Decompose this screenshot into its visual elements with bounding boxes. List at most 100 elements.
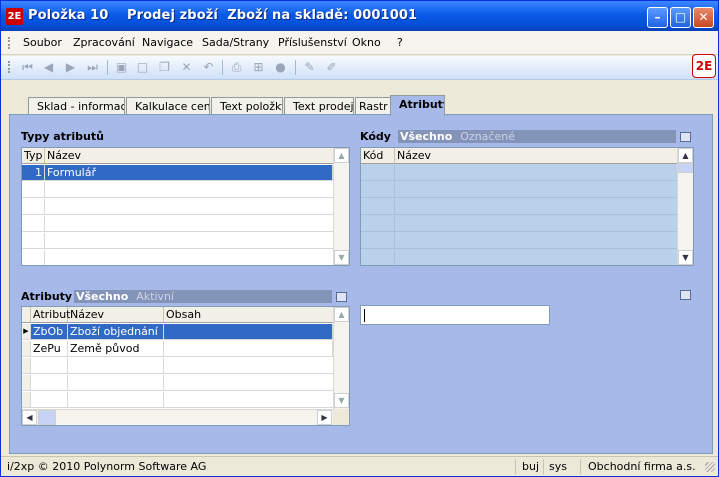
tab-sklad-informace[interactable]: Sklad - informace (28, 97, 125, 115)
tab-rastr[interactable]: Rastr (355, 97, 391, 115)
attribute-value-input[interactable] (360, 305, 550, 325)
highlight-icon[interactable]: ✐ (323, 59, 340, 76)
kody-grid[interactable]: Kód Název ▲ ▼ (360, 147, 694, 266)
menu-help[interactable]: ? (397, 36, 403, 49)
row-indicator-header (22, 307, 31, 323)
delete-icon[interactable]: ✕ (178, 59, 195, 76)
new-icon[interactable]: □ (134, 59, 151, 76)
menu-okno[interactable]: Okno (352, 36, 381, 49)
menu-bar: Soubor Zpracování Navigace Sada/Strany P… (1, 31, 718, 55)
tab-atributy[interactable]: Atributy (390, 95, 445, 116)
table-row[interactable] (361, 250, 677, 265)
column-header-obsah[interactable]: Obsah (164, 307, 335, 323)
table-row[interactable] (22, 358, 333, 374)
table-row[interactable]: 1 Formulář (22, 165, 333, 181)
toolbar-grip[interactable] (8, 61, 11, 73)
vertical-scrollbar[interactable]: ▲ ▼ (333, 148, 349, 265)
scroll-down-icon[interactable]: ▼ (334, 393, 349, 408)
table-row[interactable] (361, 216, 677, 232)
scroll-up-icon[interactable]: ▲ (678, 148, 693, 163)
menu-navigace[interactable]: Navigace (142, 36, 193, 49)
last-record-icon[interactable]: ⏭ (84, 59, 101, 76)
close-button[interactable]: ✕ (693, 7, 714, 28)
filter-aktivni[interactable]: Aktivní (136, 290, 174, 303)
table-row[interactable]: ZePu Země původ (22, 341, 333, 357)
menu-soubor[interactable]: Soubor (23, 36, 62, 49)
horizontal-scrollbar[interactable]: ◀ ▶ (22, 409, 333, 425)
vertical-scrollbar[interactable]: ▲ ▼ (677, 148, 693, 265)
scroll-up-icon[interactable]: ▲ (334, 307, 349, 322)
menu-grip[interactable] (8, 37, 11, 49)
tab-kalkulace-ceny[interactable]: Kalkulace ceny (126, 97, 210, 115)
tab-text-prodeje[interactable]: Text prodeje (284, 97, 354, 115)
scroll-left-icon[interactable]: ◀ (22, 410, 37, 425)
row-indicator (22, 341, 31, 356)
typy-atributu-grid[interactable]: Typ Název 1 Formulář ▲ ▼ (21, 147, 350, 266)
save-icon[interactable]: ▣ (113, 59, 130, 76)
filter-oznacene[interactable]: Označené (460, 130, 515, 143)
table-row[interactable] (22, 216, 333, 232)
cell-obsah (164, 324, 333, 339)
cell-atribut: ZePu (31, 341, 68, 356)
column-header-typ[interactable]: Typ (22, 148, 45, 164)
column-header-atribut[interactable]: Atribut (31, 307, 71, 323)
scroll-corner (333, 409, 349, 425)
table-row[interactable] (361, 199, 677, 215)
grid-header: Kód Název (361, 148, 679, 164)
minimize-button[interactable]: – (647, 7, 668, 28)
scroll-down-icon[interactable]: ▼ (334, 250, 349, 265)
table-row[interactable] (22, 375, 333, 391)
scroll-right-icon[interactable]: ▶ (317, 410, 332, 425)
table-row[interactable] (22, 233, 333, 249)
typy-atributu-label: Typy atributů (21, 130, 104, 143)
table-row[interactable] (22, 182, 333, 198)
first-record-icon[interactable]: ⏮ (19, 59, 36, 76)
table-row[interactable] (22, 250, 333, 265)
text-cursor (364, 309, 365, 322)
column-header-nazev[interactable]: Název (68, 307, 164, 323)
toolbar-separator (295, 60, 296, 75)
table-row[interactable]: ▶ ZbOb Zboží objednání (22, 324, 333, 340)
undo-icon[interactable]: ↶ (200, 59, 217, 76)
column-header-kod[interactable]: Kód (361, 148, 395, 164)
column-header-nazev[interactable]: Název (45, 148, 335, 164)
maximize-button[interactable]: □ (670, 7, 691, 28)
table-row[interactable] (361, 233, 677, 249)
status-system: sys (549, 460, 567, 473)
link-icon[interactable]: ⊞ (250, 59, 267, 76)
settings-icon[interactable]: ● (272, 59, 289, 76)
prev-record-icon[interactable]: ◀ (40, 59, 57, 76)
app-logo-icon[interactable]: 2E (6, 8, 23, 25)
filter-vsechno[interactable]: Všechno (400, 130, 452, 143)
resize-grip-icon[interactable] (705, 462, 715, 472)
status-separator (543, 459, 544, 474)
atributy-options-icon[interactable] (336, 292, 347, 302)
print-icon[interactable]: ⎙ (228, 59, 245, 76)
filter-vsechno[interactable]: Všechno (76, 290, 128, 303)
table-row[interactable] (361, 165, 677, 181)
scroll-thumb[interactable] (38, 410, 56, 425)
kody-options-icon[interactable] (680, 132, 691, 142)
tab-text-polozky[interactable]: Text položky (211, 97, 283, 115)
cell-nazev: Země původ (68, 341, 164, 356)
copy-icon[interactable]: ❐ (156, 59, 173, 76)
menu-prislusenstvi[interactable]: Příslušenství (278, 36, 347, 49)
attribute-value-options-icon[interactable] (680, 290, 691, 300)
scroll-down-icon[interactable]: ▼ (678, 250, 693, 265)
menu-sada-strany[interactable]: Sada/Strany (202, 36, 269, 49)
edit-icon[interactable]: ✎ (301, 59, 318, 76)
scroll-thumb[interactable] (678, 163, 693, 173)
table-row[interactable] (22, 199, 333, 215)
menu-zpracovani[interactable]: Zpracování (73, 36, 135, 49)
status-separator (515, 459, 516, 474)
grid-header: Typ Název (22, 148, 335, 164)
atributy-grid[interactable]: Atribut Název Obsah ▶ ZbOb Zboží objedná… (21, 306, 350, 426)
next-record-icon[interactable]: ▶ (62, 59, 79, 76)
vertical-scrollbar[interactable]: ▲ ▼ (333, 307, 349, 409)
table-row[interactable] (361, 182, 677, 198)
table-row[interactable] (22, 392, 333, 408)
cell-typ: 1 (22, 165, 45, 180)
column-header-nazev[interactable]: Název (395, 148, 679, 164)
title-bar[interactable]: 2E Položka 10 Prodej zboží Zboží na skla… (1, 1, 718, 31)
scroll-up-icon[interactable]: ▲ (334, 148, 349, 163)
